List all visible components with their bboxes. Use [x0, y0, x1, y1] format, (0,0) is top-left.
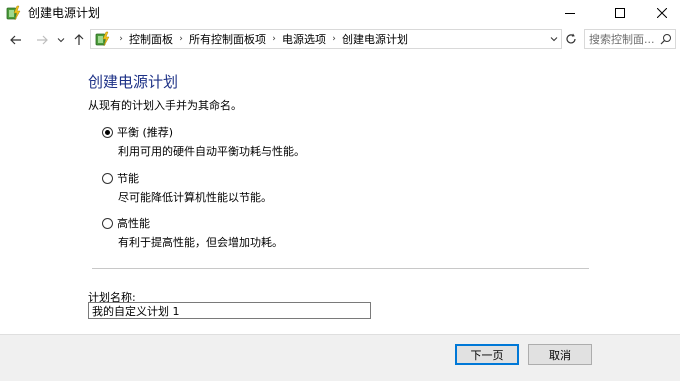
up-arrow-icon [74, 34, 84, 45]
close-icon [657, 8, 667, 18]
cancel-button[interactable]: 取消 [528, 344, 592, 365]
breadcrumb-separator-icon[interactable]: › [329, 34, 339, 44]
search-input[interactable] [589, 31, 655, 47]
breadcrumb-all-items[interactable]: 所有控制面板项 [189, 31, 266, 47]
search-icon[interactable] [660, 33, 672, 45]
breadcrumb-separator-icon[interactable]: › [116, 34, 126, 44]
title-bar: 创建电源计划 [0, 0, 680, 26]
control-panel-icon [95, 31, 111, 47]
next-button[interactable]: 下一页 [455, 344, 519, 365]
option-label[interactable]: 高性能 [117, 215, 150, 231]
forward-button[interactable] [33, 30, 51, 50]
option-description: 尽可能降低计算机性能以节能。 [118, 191, 272, 204]
divider [92, 268, 589, 269]
minimize-button[interactable] [548, 0, 592, 26]
footer-bar: 下一页 取消 [0, 334, 680, 381]
option-power-saver[interactable]: 节能 尽可能降低计算机性能以节能。 [102, 170, 272, 205]
plan-name-input[interactable] [88, 302, 371, 319]
radio-balanced[interactable] [102, 126, 113, 138]
chevron-down-icon [57, 38, 65, 43]
radio-selected-dot [105, 129, 110, 135]
address-bar[interactable]: › 控制面板 › 所有控制面板项 › 电源选项 › 创建电源计划 [90, 29, 562, 49]
refresh-button[interactable] [562, 29, 580, 49]
maximize-button[interactable] [598, 0, 642, 26]
forward-arrow-icon [37, 35, 48, 45]
navigation-bar: › 控制面板 › 所有控制面板项 › 电源选项 › 创建电源计划 [0, 26, 680, 54]
option-high-performance[interactable]: 高性能 有利于提高性能，但会增加功耗。 [102, 215, 283, 250]
breadcrumb-control-panel[interactable]: 控制面板 [129, 31, 173, 47]
breadcrumb-separator-icon[interactable]: › [269, 34, 279, 44]
breadcrumb: › 控制面板 › 所有控制面板项 › 电源选项 › 创建电源计划 [95, 30, 408, 48]
breadcrumb-power-options[interactable]: 电源选项 [282, 31, 326, 47]
page-subtitle: 从现有的计划入手并为其命名。 [88, 99, 242, 112]
window-title: 创建电源计划 [28, 6, 101, 20]
minimize-icon [565, 13, 575, 14]
breadcrumb-separator-icon[interactable]: › [176, 34, 186, 44]
radio-high-performance[interactable] [102, 217, 113, 229]
recent-locations-button[interactable] [55, 30, 67, 50]
close-button[interactable] [640, 0, 680, 26]
option-balanced[interactable]: 平衡 (推荐) 利用可用的硬件自动平衡功耗与性能。 [102, 124, 305, 159]
back-button[interactable] [7, 30, 25, 50]
maximize-icon [615, 8, 625, 18]
chevron-down-icon [550, 37, 558, 42]
page-title: 创建电源计划 [88, 73, 179, 91]
address-dropdown-button[interactable] [547, 30, 561, 48]
refresh-icon [566, 33, 576, 44]
option-description: 利用可用的硬件自动平衡功耗与性能。 [118, 145, 305, 158]
power-plan-app-icon [6, 5, 22, 21]
option-label[interactable]: 节能 [117, 170, 139, 186]
breadcrumb-create-plan[interactable]: 创建电源计划 [342, 31, 408, 47]
option-description: 有利于提高性能，但会增加功耗。 [118, 236, 283, 249]
up-button[interactable] [70, 30, 88, 50]
back-arrow-icon [10, 35, 21, 45]
radio-power-saver[interactable] [102, 172, 113, 184]
search-box[interactable] [584, 29, 676, 49]
option-label[interactable]: 平衡 (推荐) [117, 124, 173, 140]
